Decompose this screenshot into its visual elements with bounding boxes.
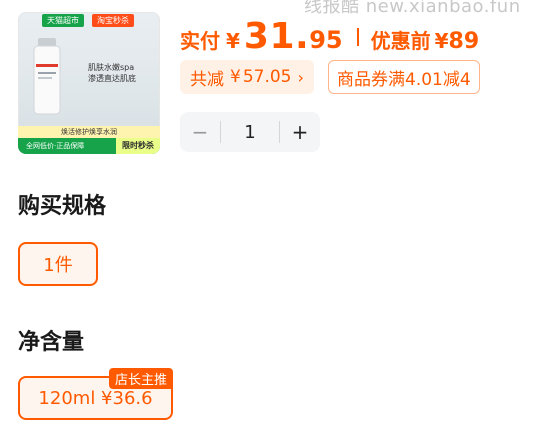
product-stripe-text: 焕活修护焕享水润 xyxy=(18,126,160,138)
product-tagline-1: 肌肤水嫩spa xyxy=(88,63,135,72)
recommended-badge: 店长主推 xyxy=(108,368,173,389)
volume-section-title: 净含量 xyxy=(18,330,85,355)
actual-price-decimal: 95 xyxy=(309,26,343,54)
decrease-quantity-button[interactable]: − xyxy=(180,112,220,152)
spec-option-1-piece[interactable]: 1件 xyxy=(18,242,98,286)
actual-price-label: 实付 xyxy=(180,29,220,53)
coupon-text: 商品券满4.01减4 xyxy=(337,69,471,90)
total-discount-button[interactable]: 共减 ¥ 57.05 › xyxy=(180,60,314,94)
guarantee-text: 全网低价·正品保障 xyxy=(26,142,85,150)
taobao-flash-sale-tag: 淘宝秒杀 xyxy=(92,14,134,27)
flash-sale-badge: 限时秒杀 xyxy=(116,138,160,154)
original-price-label: 优惠前 xyxy=(370,29,431,53)
original-price-currency: ¥ xyxy=(434,29,449,53)
quantity-value[interactable]: 1 xyxy=(221,122,279,143)
tmall-supermarket-tag: 天猫超市 xyxy=(42,14,84,27)
actual-price-currency: ¥ xyxy=(226,29,240,53)
price-row: 实付 ¥ 31. 95 优惠前 ¥ 89 xyxy=(180,16,479,57)
product-thumbnail[interactable]: 天猫超市 淘宝秒杀 肌肤水嫩spa 渗透直达肌底 焕活修护焕享水润 全网低价·正… xyxy=(18,12,160,154)
original-price-value: 89 xyxy=(448,29,480,54)
volume-option-label: 120ml ¥36.6 xyxy=(38,387,153,409)
discount-label: 共减 xyxy=(190,69,224,90)
coupon-chip[interactable]: 商品券满4.01减4 xyxy=(328,60,480,94)
product-bottom-bar: 全网低价·正品保障 限时秒杀 xyxy=(18,138,160,154)
discount-value: 57.05 xyxy=(242,67,292,87)
actual-price-integer: 31. xyxy=(243,16,310,57)
product-bottle-icon xyxy=(33,38,61,115)
quantity-stepper: − 1 + xyxy=(180,112,320,152)
chevron-right-icon: › xyxy=(297,67,304,87)
spec-section-title: 购买规格 xyxy=(18,194,107,219)
increase-quantity-button[interactable]: + xyxy=(280,112,320,152)
spec-option-label: 1件 xyxy=(43,255,73,276)
product-tagline-2: 渗透直达肌底 xyxy=(88,74,136,83)
discount-currency: ¥ xyxy=(230,67,241,87)
price-divider xyxy=(356,27,359,46)
volume-option-120ml[interactable]: 120ml ¥36.6 店长主推 xyxy=(18,368,173,420)
